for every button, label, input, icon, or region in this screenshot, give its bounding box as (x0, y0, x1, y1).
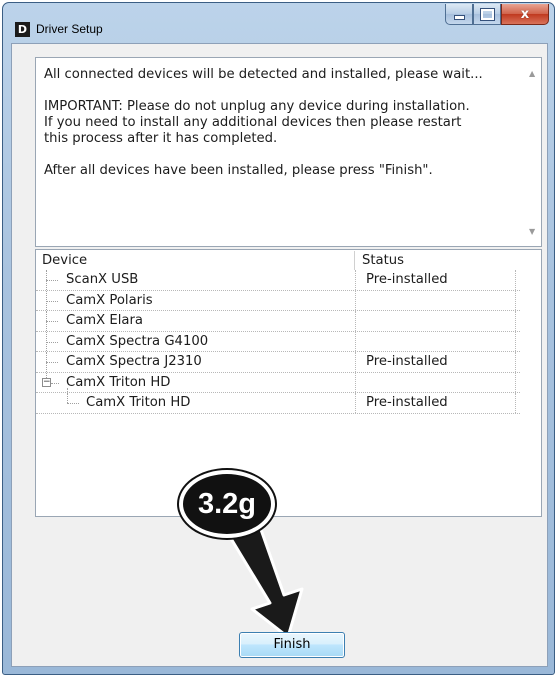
device-name: ScanX USB (66, 272, 139, 287)
scroll-down-arrow-icon[interactable]: ▼ (529, 224, 535, 240)
device-status: Pre-installed (366, 272, 448, 287)
window-title: Driver Setup (36, 22, 103, 36)
device-row[interactable]: CamX Spectra J2310 Pre-installed (36, 352, 520, 373)
collapse-toggle-icon[interactable]: − (42, 377, 51, 387)
device-name: CamX Triton HD (66, 374, 171, 390)
message-line: All connected devices will be detected a… (44, 67, 483, 82)
device-name: CamX Spectra J2310 (66, 354, 202, 369)
device-row[interactable]: CamX Polaris (36, 290, 520, 311)
column-header-status[interactable]: Status (362, 252, 404, 270)
close-icon: x (520, 6, 530, 22)
device-name: CamX Polaris (66, 292, 153, 308)
callout-arrow-icon (222, 523, 304, 639)
message-box[interactable]: All connected devices will be detected a… (35, 57, 542, 247)
minimize-icon (453, 14, 465, 20)
app-icon: D (15, 22, 30, 37)
device-name: CamX Elara (66, 313, 143, 328)
device-row[interactable]: CamX Triton HD Pre-installed (36, 393, 520, 414)
caption-buttons: x (445, 4, 549, 25)
column-header-device[interactable]: Device (42, 252, 87, 270)
device-status: Pre-installed (366, 395, 448, 410)
step-callout-label: 3.2g (197, 487, 257, 520)
device-row[interactable]: − CamX Triton HD (36, 372, 520, 394)
device-name: CamX Triton HD (86, 395, 191, 410)
device-rows: ScanX USB Pre-installed CamX Polaris Cam… (36, 270, 520, 414)
device-row[interactable]: CamX Elara (36, 311, 520, 332)
finish-button[interactable]: Finish (239, 632, 345, 658)
title-bar[interactable]: D Driver Setup x (3, 3, 554, 43)
minimize-button[interactable] (445, 4, 473, 25)
message-line: If you need to install any additional de… (44, 115, 462, 130)
maximize-button[interactable] (473, 4, 501, 25)
device-status: Pre-installed (366, 354, 448, 369)
device-row[interactable]: CamX Spectra G4100 (36, 331, 520, 352)
column-divider[interactable] (354, 251, 355, 270)
step-callout-badge: 3.2g (179, 470, 275, 538)
driver-setup-window: D Driver Setup x All connected devices w… (2, 2, 555, 675)
message-line: this process after it has completed. (44, 131, 278, 146)
device-name: CamX Spectra G4100 (66, 333, 209, 349)
scroll-up-arrow-icon[interactable]: ▲ (529, 66, 535, 82)
close-button[interactable]: x (501, 4, 549, 25)
device-row[interactable]: ScanX USB Pre-installed (36, 270, 520, 291)
maximize-icon (479, 7, 495, 21)
message-line: After all devices have been installed, p… (44, 163, 433, 178)
message-line: IMPORTANT: Please do not unplug any devi… (44, 99, 470, 114)
device-list[interactable]: Device Status ScanX USB Pre-installed Ca… (35, 249, 542, 517)
message-scrollbar[interactable]: ▲ ▼ (525, 58, 541, 246)
